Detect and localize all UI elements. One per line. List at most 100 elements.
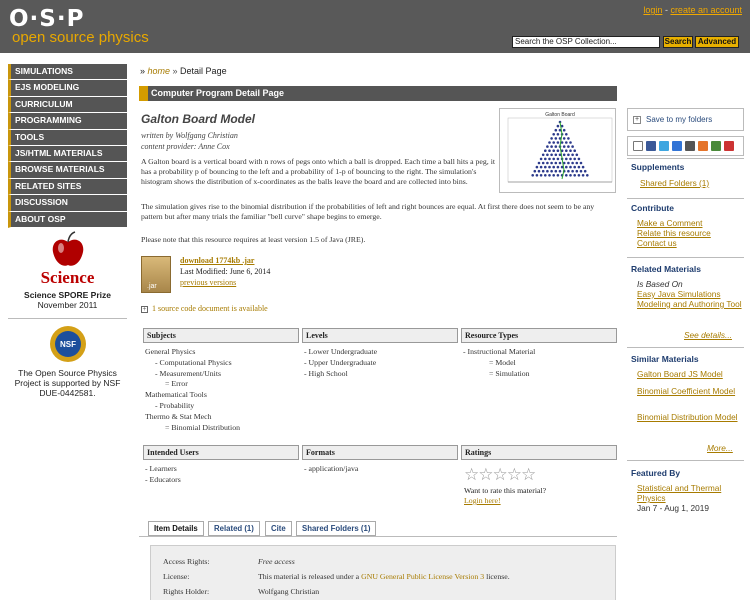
gpl-license-link[interactable]: GNU General Public License Version 3	[361, 572, 484, 581]
galton-peg	[577, 165, 581, 169]
delicious-icon[interactable]	[672, 141, 682, 151]
resource-type-item: - Instructional Material	[463, 347, 536, 356]
make-comment-link[interactable]: Make a Comment	[637, 218, 742, 228]
tab-shared-folders[interactable]: Shared Folders (1)	[296, 521, 377, 536]
science-spore-award[interactable]: Science Science SPORE Prize November 201…	[8, 230, 127, 310]
galton-peg	[558, 161, 562, 165]
digg-icon[interactable]	[685, 141, 695, 151]
subject-item: General Physics	[145, 347, 196, 356]
nav-item-browse-materials[interactable]: BROWSE MATERIALS	[8, 162, 127, 179]
breadcrumb-prefix: »	[140, 66, 148, 76]
content-provider: content provider: Anne Cox	[141, 142, 230, 151]
galton-peg	[550, 137, 553, 140]
intended-user-item: - Educators	[145, 474, 181, 484]
galton-peg	[565, 133, 568, 136]
osp-logo-subtitle: open source physics	[12, 29, 149, 46]
ratings-header: Ratings	[461, 445, 617, 460]
science-logo-text: Science	[40, 268, 95, 287]
rating-stars[interactable]: ☆☆☆☆☆	[464, 465, 536, 485]
nav-item-programming[interactable]: PROGRAMMING	[8, 113, 127, 130]
galton-peg	[537, 169, 541, 173]
description-paragraph-1: A Galton board is a vertical board with …	[141, 157, 496, 186]
jar-file-icon[interactable]: .jar	[141, 256, 171, 293]
galton-peg	[554, 137, 558, 140]
rate-question: Want to rate this material?	[464, 486, 547, 495]
facebook-icon[interactable]	[646, 141, 656, 151]
save-to-folders-label: Save to my folders	[646, 115, 713, 124]
tab-related[interactable]: Related (1)	[208, 521, 260, 536]
related-materials-heading: Related Materials	[631, 264, 701, 274]
contact-us-link[interactable]: Contact us	[637, 238, 742, 248]
similar-binomial-coefficient-link[interactable]: Binomial Coefficient Model	[637, 386, 742, 396]
nav-item-about-osp[interactable]: ABOUT OSP	[8, 211, 127, 228]
galton-peg	[579, 161, 583, 165]
galton-peg	[552, 174, 555, 177]
create-account-link[interactable]: create an account	[670, 5, 742, 15]
galton-peg	[562, 145, 566, 148]
nav-item-tools[interactable]: TOOLS	[8, 129, 127, 146]
galton-peg	[573, 157, 576, 161]
formats-header: Formats	[302, 445, 458, 460]
stumbleupon-icon[interactable]	[698, 141, 708, 151]
nav-item-curriculum[interactable]: CURRICULUM	[8, 96, 127, 114]
nav-item-js-html-materials[interactable]: JS/HTML MATERIALS	[8, 145, 127, 163]
last-modified: Last Modified: June 6, 2014	[180, 267, 271, 276]
nav-item-simulations[interactable]: SIMULATIONS	[8, 64, 127, 81]
login-link[interactable]: login	[643, 5, 662, 15]
nav-item-related-sites[interactable]: RELATED SITES	[8, 178, 127, 196]
galton-peg	[567, 161, 570, 165]
shared-folders-link[interactable]: Shared Folders (1)	[640, 178, 745, 188]
tab-item-details[interactable]: Item Details	[148, 521, 204, 536]
supplements-heading: Supplements	[631, 162, 685, 172]
sidebar-divider	[627, 158, 744, 159]
advanced-search-button[interactable]: Advanced	[695, 36, 739, 48]
detail-label: License:	[163, 572, 190, 581]
more-similar-link[interactable]: More...	[707, 443, 733, 453]
previous-versions-link[interactable]: previous versions	[180, 278, 236, 287]
nsf-text: The Open Source Physics Project is suppo…	[14, 368, 121, 398]
ejs-related-link[interactable]: Easy Java Simulations Modeling and Autho…	[637, 289, 742, 309]
nsf-support[interactable]: NSF The Open Source Physics Project is s…	[8, 325, 127, 398]
nav-item-ejs-modeling[interactable]: EJS MODELING	[8, 80, 127, 97]
search-button[interactable]: Search	[663, 36, 693, 48]
featured-link[interactable]: Statistical and Thermal Physics	[637, 483, 742, 503]
galton-peg	[573, 165, 576, 169]
login-to-rate-link[interactable]: Login here!	[464, 496, 501, 505]
resource-type-item: = Model	[489, 357, 516, 367]
nav-item-discussion[interactable]: DISCUSSION	[8, 195, 127, 212]
subject-item: Thermo & Stat Mech	[145, 411, 212, 421]
galton-peg	[550, 169, 553, 173]
galton-board-thumbnail[interactable]: Galton Board	[499, 108, 616, 193]
format-item: - application/java	[304, 464, 359, 473]
share-plus-icon[interactable]	[633, 141, 643, 151]
levels-list: - Lower Undergraduate - Upper Undergradua…	[304, 347, 459, 379]
galton-peg	[556, 157, 560, 161]
galton-peg	[554, 161, 558, 165]
galton-peg	[541, 153, 545, 157]
source-code-label: 1 source code document is available	[152, 304, 268, 313]
twitter-icon[interactable]	[659, 141, 669, 151]
save-to-folders-button[interactable]: + Save to my folders	[627, 108, 744, 131]
subject-item: Mathematical Tools	[145, 390, 207, 400]
breadcrumb-home-link[interactable]: home	[148, 66, 171, 76]
see-details-link[interactable]: See details...	[684, 330, 732, 340]
galton-peg	[569, 157, 572, 161]
description-paragraph-2: The simulation gives rise to the binomia…	[141, 202, 595, 221]
search-input[interactable]: Search the OSP Collection...	[512, 36, 660, 48]
similar-galton-js-link[interactable]: Galton Board JS Model	[637, 369, 742, 379]
tab-cite[interactable]: Cite	[265, 521, 292, 536]
expand-plus-icon: +	[141, 304, 148, 313]
share-other-icon[interactable]	[711, 141, 721, 151]
download-jar-link[interactable]: download 1774kb .jar	[180, 256, 254, 265]
galton-peg	[554, 128, 558, 132]
galton-peg	[556, 141, 560, 144]
email-share-icon[interactable]	[724, 141, 734, 151]
subjects-list: General Physics - Computational Physics - …	[145, 347, 300, 433]
featured-by-heading: Featured By	[631, 468, 681, 478]
source-code-toggle[interactable]: +1 source code document is available	[141, 304, 268, 313]
similar-binomial-distribution-link[interactable]: Binomial Distribution Model	[637, 412, 742, 422]
galton-peg	[567, 137, 570, 140]
relate-resource-link[interactable]: Relate this resource	[637, 228, 742, 238]
resource-types-header: Resource Types	[461, 328, 617, 343]
galton-peg	[544, 149, 547, 152]
